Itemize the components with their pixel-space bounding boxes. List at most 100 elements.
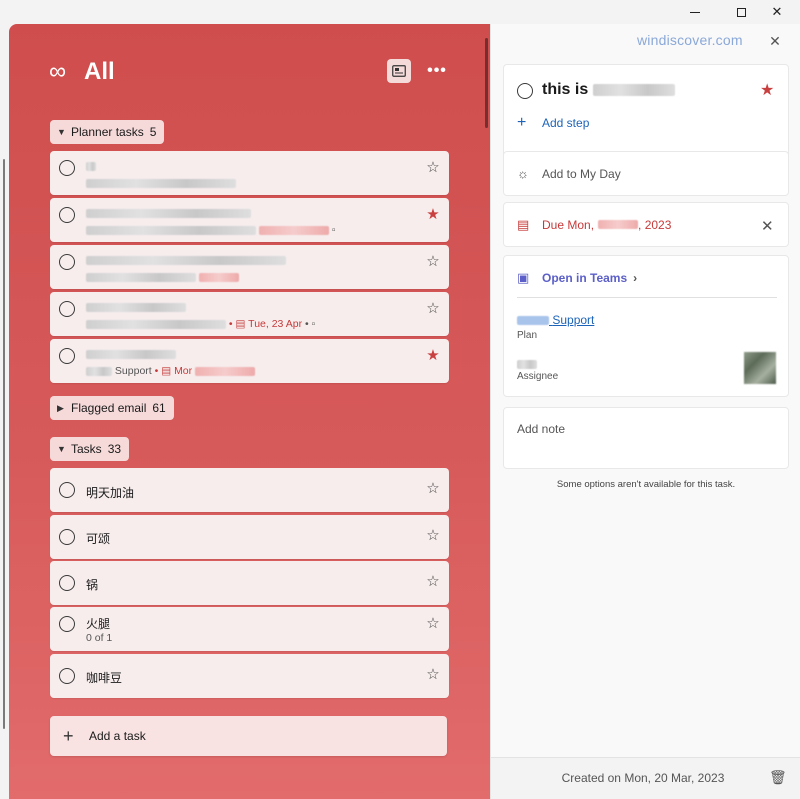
complete-checkbox[interactable] <box>59 160 75 176</box>
task-list-pane: ∞ All ••• ▼ Planner tasks 5 ☆ ▫ ★ ☆ • ▤ … <box>9 24 490 799</box>
star-icon[interactable]: ☆ <box>425 528 441 544</box>
close-details-button[interactable]: ✕ <box>767 33 783 49</box>
created-date: Created on Mon, 20 Mar, 2023 <box>561 771 725 785</box>
infinity-icon: ∞ <box>49 58 67 85</box>
task-item-1[interactable]: 明天加油 ☆ <box>50 468 449 512</box>
assignee-label: Assignee <box>517 371 559 382</box>
complete-checkbox[interactable] <box>59 207 75 223</box>
complete-checkbox[interactable] <box>59 668 75 684</box>
watermark: windiscover.com <box>637 32 743 48</box>
star-icon[interactable]: ☆ <box>425 254 441 270</box>
planner-task-2[interactable]: ▫ ★ <box>50 198 449 242</box>
list-header: ∞ All <box>49 57 115 87</box>
group-planner-tasks[interactable]: ▼ Planner tasks 5 <box>50 120 165 144</box>
due-date-button[interactable]: ▤ Due Mon, , 2023 ✕ <box>503 202 789 247</box>
divider <box>517 297 777 298</box>
task-plan: Support <box>114 365 152 377</box>
note-icon: ▫ <box>311 318 316 330</box>
star-filled-icon[interactable]: ★ <box>425 348 441 364</box>
chevron-down-icon: ▼ <box>57 444 66 454</box>
due-date-year: , 2023 <box>638 217 672 232</box>
task-due-date: Mor <box>174 365 193 377</box>
task-title <box>86 300 186 314</box>
complete-checkbox[interactable] <box>59 616 75 632</box>
open-in-teams-link[interactable]: ▣ Open in Teams › <box>517 270 637 286</box>
sun-icon: ☼ <box>517 166 529 181</box>
trash-icon[interactable]: 🗑 <box>769 769 787 786</box>
plan-link[interactable]: Support <box>517 313 594 327</box>
complete-checkbox[interactable] <box>59 301 75 317</box>
planner-info-card: ▣ Open in Teams › Support Plan Assignee <box>503 255 789 397</box>
planner-task-4[interactable]: • ▤ Tue, 23 Apr • ▫ ☆ <box>50 292 449 336</box>
group-tasks[interactable]: ▼ Tasks 33 <box>50 437 130 461</box>
group-label: Planner tasks <box>71 125 144 139</box>
add-to-my-day-label: Add to My Day <box>542 166 621 181</box>
chevron-right-icon: ▶ <box>57 402 64 413</box>
layout-icon <box>392 65 406 77</box>
gutter-scrollbar[interactable] <box>3 159 5 729</box>
list-scrollbar[interactable] <box>485 38 488 128</box>
task-item-2[interactable]: 可颂 ☆ <box>50 515 449 559</box>
group-label: Tasks <box>71 442 102 456</box>
add-step-label: Add step <box>542 116 590 130</box>
task-item-3[interactable]: 锅 ☆ <box>50 561 449 605</box>
star-filled-icon[interactable]: ★ <box>425 207 441 223</box>
detail-footer: Created on Mon, 20 Mar, 2023 🗑 <box>491 757 800 799</box>
due-date-label: Due Mon, <box>542 217 595 232</box>
task-item-4[interactable]: 火腿 0 of 1 ☆ <box>50 607 449 651</box>
complete-checkbox[interactable] <box>59 482 75 498</box>
group-count: 5 <box>149 125 157 139</box>
add-step-button[interactable]: + Add step <box>517 115 589 131</box>
star-icon[interactable]: ☆ <box>425 667 441 683</box>
remove-due-date-icon[interactable]: ✕ <box>761 217 774 235</box>
close-icon: ✕ <box>771 4 783 19</box>
complete-checkbox[interactable] <box>59 529 75 545</box>
task-meta <box>86 177 236 189</box>
task-meta: • ▤ Tue, 23 Apr • ▫ <box>86 318 315 330</box>
list-title: All <box>84 58 115 85</box>
view-options-button[interactable] <box>387 59 411 83</box>
minimize-button[interactable] <box>672 0 718 24</box>
planner-task-1[interactable]: ☆ <box>50 151 449 195</box>
left-gutter <box>0 24 9 799</box>
group-flagged-email[interactable]: ▶ Flagged email 61 <box>50 396 174 420</box>
add-task-input[interactable]: + Add a task <box>50 716 447 756</box>
star-icon[interactable]: ☆ <box>425 301 441 317</box>
complete-checkbox[interactable] <box>517 83 533 99</box>
task-title: 可颂 <box>86 532 111 546</box>
star-icon[interactable]: ☆ <box>425 481 441 497</box>
task-meta: Support • ▤ Mor <box>86 365 256 377</box>
add-note-placeholder: Add note <box>517 422 566 436</box>
plus-icon: + <box>63 726 74 746</box>
plus-icon: + <box>517 114 527 131</box>
complete-checkbox[interactable] <box>59 254 75 270</box>
task-detail-pane: windiscover.com ✕ this is ★ + Add step ☼… <box>490 24 800 799</box>
avatar[interactable] <box>744 352 776 384</box>
detail-task-title[interactable]: this is <box>542 81 675 99</box>
chevron-right-icon: › <box>633 271 638 285</box>
star-filled-icon[interactable]: ★ <box>760 80 774 100</box>
chevron-down-icon: ▼ <box>57 127 66 137</box>
complete-checkbox[interactable] <box>59 575 75 591</box>
note-field[interactable]: Add note <box>503 407 789 469</box>
more-options-button[interactable]: ••• <box>425 59 449 83</box>
title-bar: ✕ <box>0 0 800 24</box>
close-window-button[interactable]: ✕ <box>754 0 800 24</box>
calendar-icon: ▤ <box>235 318 246 330</box>
task-item-5[interactable]: 咖啡豆 ☆ <box>50 654 449 698</box>
complete-checkbox[interactable] <box>59 348 75 364</box>
add-task-label: Add a task <box>89 729 146 743</box>
group-count: 61 <box>152 401 166 415</box>
add-to-my-day-button[interactable]: ☼ Add to My Day <box>503 151 789 196</box>
planner-task-3[interactable]: ☆ <box>50 245 449 289</box>
star-icon[interactable]: ☆ <box>425 160 441 176</box>
star-icon[interactable]: ☆ <box>425 574 441 590</box>
maximize-icon <box>736 7 746 17</box>
task-title <box>86 159 96 173</box>
star-icon[interactable]: ☆ <box>425 616 441 632</box>
planner-task-5[interactable]: Support • ▤ Mor ★ <box>50 339 449 383</box>
task-title: 火腿 <box>86 617 111 631</box>
calendar-icon: ▤ <box>161 365 172 377</box>
teams-icon: ▣ <box>517 270 530 285</box>
group-label: Flagged email <box>71 401 147 415</box>
